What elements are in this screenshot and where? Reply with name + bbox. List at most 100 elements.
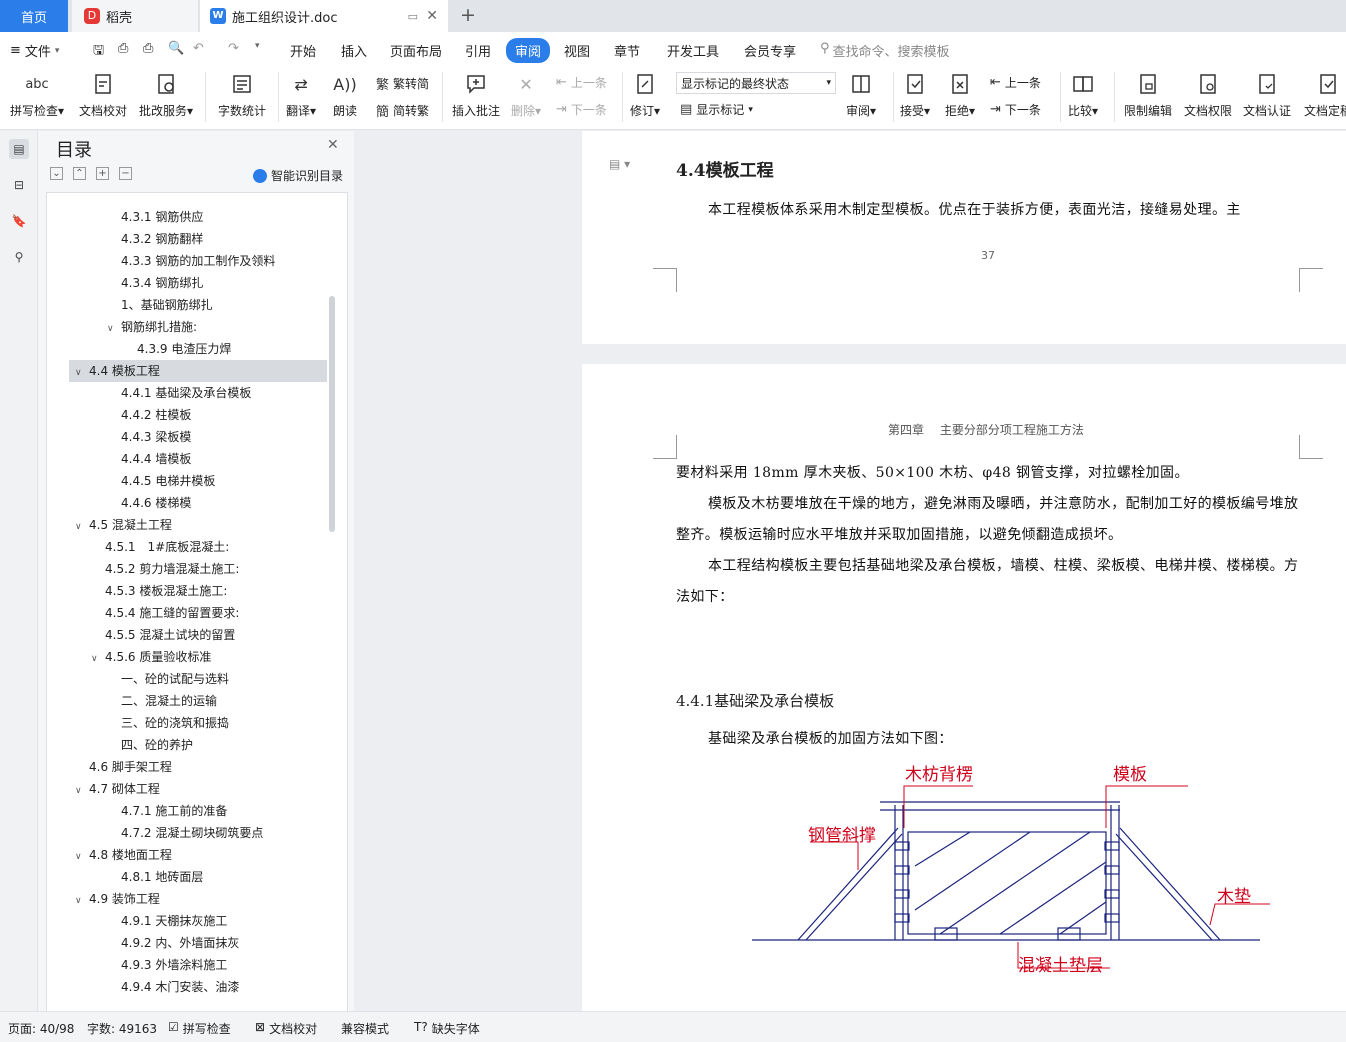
toc-item[interactable]: 4.4.1 基础梁及承台模板 <box>121 382 251 404</box>
translate-button[interactable]: ⇄ 翻译▾ <box>286 70 316 119</box>
doc-finalize-button[interactable]: 文档定稿 <box>1304 70 1346 119</box>
toc-item[interactable]: 三、砼的浇筑和振捣 <box>121 712 229 734</box>
toc-item[interactable]: 4.5.4 施工缝的留置要求: <box>105 602 239 624</box>
toc-item[interactable]: ∨ 4.5 混凝土工程 <box>75 514 172 536</box>
tab-daoke[interactable]: D 稻壳 <box>72 0 198 32</box>
doc-certify-button[interactable]: 文档认证 <box>1243 70 1291 119</box>
toc-item[interactable]: ∨ 4.8 楼地面工程 <box>75 844 172 866</box>
menu-start[interactable]: 开始 <box>290 41 316 60</box>
toc-item[interactable]: 4.3.3 钢筋的加工制作及领料 <box>121 250 275 272</box>
toc-item[interactable]: 4.4.3 梁板模 <box>121 426 191 448</box>
new-tab-button[interactable]: + <box>460 4 476 26</box>
file-menu[interactable]: ≡ 文件 ▾ <box>10 41 59 60</box>
chevron-down-icon[interactable]: ∨ <box>91 648 105 670</box>
toc-item[interactable]: 二、混凝土的运输 <box>121 690 217 712</box>
paragraph-nav-icon[interactable]: ▤ ▾ <box>609 157 630 171</box>
toc-item[interactable]: 4.7.1 施工前的准备 <box>121 800 227 822</box>
toc-item[interactable]: 4.4.5 电梯井模板 <box>121 470 215 492</box>
toc-item[interactable]: 4.8.1 地砖面层 <box>121 866 203 888</box>
quick-access-chevron-icon[interactable]: ▾ <box>255 41 260 51</box>
save-icon[interactable]: 🖫 <box>93 41 104 63</box>
review-pane-button[interactable]: 审阅▾ <box>846 70 876 119</box>
next-comment-button[interactable]: ⇥ 下一条 <box>556 101 607 118</box>
chevron-down-icon[interactable]: ∨ <box>75 780 89 802</box>
chevron-down-icon[interactable]: ∨ <box>75 890 89 912</box>
toc-item[interactable]: 4.9.2 内、外墙面抹灰 <box>121 932 239 954</box>
expand-up-icon[interactable]: ⌃ <box>73 167 86 180</box>
accept-button[interactable]: 接受▾ <box>900 70 930 119</box>
chevron-down-icon[interactable]: ∨ <box>75 362 89 384</box>
toc-scrollbar[interactable] <box>329 296 335 532</box>
toc-item[interactable]: 4.5.3 楼板混凝土施工: <box>105 580 227 602</box>
chevron-down-icon[interactable]: ∨ <box>107 318 121 340</box>
print-icon[interactable]: ⎙ <box>143 41 153 56</box>
close-icon[interactable]: ✕ <box>327 137 339 153</box>
menu-insert[interactable]: 插入 <box>341 41 367 60</box>
expand-icon[interactable]: + <box>96 167 109 180</box>
delete-comment-button[interactable]: ✕ 删除▾ <box>511 70 541 119</box>
menu-chapter[interactable]: 章节 <box>614 41 640 60</box>
toc-item[interactable]: 4.9.3 外墙涂料施工 <box>121 954 227 976</box>
menu-member[interactable]: 会员专享 <box>744 41 796 60</box>
toc-item[interactable]: 4.5.5 混凝土试块的留置 <box>105 624 235 646</box>
toc-item[interactable]: 4.4.6 楼梯模 <box>121 492 191 514</box>
next-change-button[interactable]: ⇥ 下一条 <box>990 101 1041 118</box>
toc-item[interactable]: 4.9.4 木门安装、油漆 <box>121 976 239 998</box>
reject-button[interactable]: 拒绝▾ <box>945 70 975 119</box>
toc-item[interactable]: 4.5.1 1#底板混凝土: <box>105 536 229 558</box>
prev-comment-button[interactable]: ⇤ 上一条 <box>556 74 607 91</box>
toc-item[interactable]: 4.4.4 墙模板 <box>121 448 191 470</box>
word-count[interactable]: 字数: 49163 <box>87 1020 157 1037</box>
command-search[interactable]: ⚲ 查找命令、搜索模板 <box>820 41 950 60</box>
toc-item[interactable]: 4.5.2 剪力墙混凝土施工: <box>105 558 239 580</box>
smart-toc-button[interactable]: 智能识别目录 <box>253 167 343 184</box>
toc-item[interactable]: 4.3.9 电渣压力焊 <box>137 338 231 360</box>
toc-item[interactable]: ∨ 4.7 砌体工程 <box>75 778 160 800</box>
toc-item[interactable]: 1、基础钢筋绑扎 <box>121 294 213 316</box>
chapter-nav-icon[interactable]: ⊟ <box>9 175 29 195</box>
toc-item[interactable]: 4.3.1 钢筋供应 <box>121 206 203 228</box>
menu-review[interactable]: 审阅 <box>506 38 551 63</box>
tab-home[interactable]: 首页 <box>0 0 68 32</box>
simp-to-trad-button[interactable]: 簡简转繁 <box>376 101 429 120</box>
export-icon[interactable]: ⎙ <box>118 41 128 56</box>
toc-item[interactable]: 4.6 脚手架工程 <box>89 756 172 778</box>
chevron-down-icon[interactable]: ∨ <box>75 846 89 868</box>
restrict-edit-button[interactable]: 限制编辑 <box>1124 70 1172 119</box>
markup-state-select[interactable]: 显示标记的最终状态 ▾ <box>676 72 836 94</box>
toc-item[interactable]: ∨ 4.5.6 质量验收标准 <box>91 646 211 668</box>
toc-item[interactable]: 一、砼的试配与选料 <box>121 668 229 690</box>
chevron-down-icon[interactable]: ∨ <box>75 516 89 538</box>
bookmark-icon[interactable]: 🔖 <box>9 211 29 231</box>
word-count-button[interactable]: 字数统计 <box>218 70 266 119</box>
spell-check-button[interactable]: abc 拼写检查▾ <box>10 70 64 119</box>
toc-item[interactable]: ∨ 4.4 模板工程 <box>69 360 327 382</box>
toc-item[interactable]: ∨ 4.9 装饰工程 <box>75 888 160 910</box>
missing-font[interactable]: T? 缺失字体 <box>414 1020 480 1037</box>
menu-reference[interactable]: 引用 <box>465 41 491 60</box>
show-markup-button[interactable]: ▤ 显示标记 ▾ <box>680 101 753 118</box>
toc-item[interactable]: 4.9.1 天棚抹灰施工 <box>121 910 227 932</box>
batch-service-button[interactable]: 批改服务▾ <box>139 70 193 119</box>
toc-item[interactable]: 4.3.2 钢筋翻样 <box>121 228 203 250</box>
window-icon[interactable]: ▭ <box>408 10 418 23</box>
compare-button[interactable]: 比较▾ <box>1068 70 1098 119</box>
redo-icon[interactable]: ↷ <box>228 41 239 56</box>
collapse-icon[interactable]: − <box>119 167 132 180</box>
preview-icon[interactable]: 🔍 <box>168 41 184 56</box>
doc-permission-button[interactable]: 文档权限 <box>1184 70 1232 119</box>
toc-view-icon[interactable]: ▤ <box>9 139 29 159</box>
trad-to-simp-button[interactable]: 繁繁转简 <box>376 74 429 93</box>
doc-proof-button[interactable]: 文档校对 <box>79 70 127 119</box>
search-icon[interactable]: ⚲ <box>9 247 29 267</box>
toc-item[interactable]: 四、砼的养护 <box>121 734 193 756</box>
toc-item[interactable]: ∨ 钢筋绑扎措施: <box>107 316 197 338</box>
read-aloud-button[interactable]: A)) 朗读 <box>332 70 358 119</box>
undo-icon[interactable]: ↶ <box>193 41 204 56</box>
toc-item[interactable]: 4.3.4 钢筋绑扎 <box>121 272 203 294</box>
menu-developer[interactable]: 开发工具 <box>667 41 719 60</box>
menu-layout[interactable]: 页面布局 <box>390 41 442 60</box>
close-tab-icon[interactable]: ✕ <box>426 8 438 24</box>
menu-view[interactable]: 视图 <box>564 41 590 60</box>
toc-item[interactable]: 4.7.2 混凝土砌块砌筑要点 <box>121 822 263 844</box>
